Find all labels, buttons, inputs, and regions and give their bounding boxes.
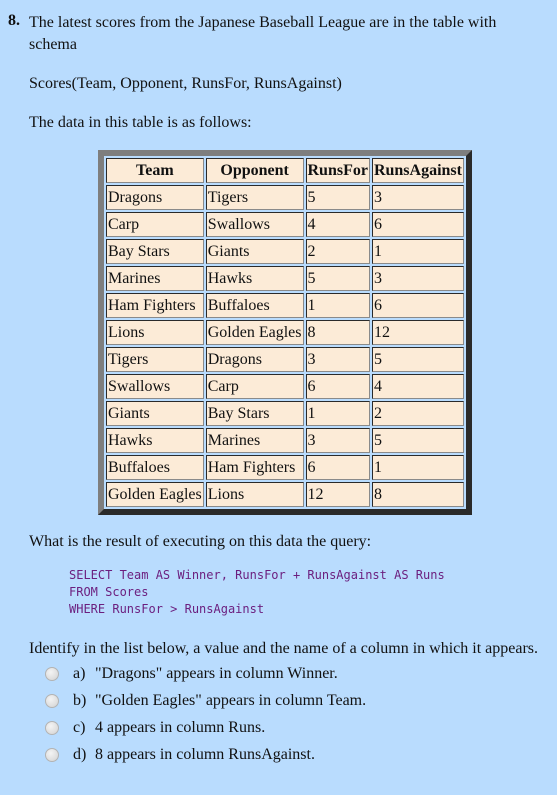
cell-runsfor: 6	[305, 374, 370, 399]
cell-runsagainst: 5	[371, 428, 464, 453]
question-number: 8.	[8, 12, 20, 29]
identify-prompt: Identify in the list below, a value and …	[29, 640, 539, 657]
cell-runsfor: 3	[305, 347, 370, 372]
question-block: 8. The latest scores from the Japanese B…	[8, 12, 548, 768]
table-header-row: Team Opponent RunsFor RunsAgainst	[106, 158, 464, 183]
cell-opponent: Ham Fighters	[205, 455, 304, 480]
cell-opponent: Giants	[205, 239, 304, 264]
question-intro: The latest scores from the Japanese Base…	[29, 14, 497, 53]
header-opponent: Opponent	[205, 158, 304, 183]
cell-team: Marines	[106, 266, 204, 291]
data-intro: The data in this table is as follows:	[29, 114, 252, 131]
table-row: Buffaloes Ham Fighters 6 1	[106, 455, 464, 480]
cell-runsfor: 4	[305, 212, 370, 237]
option-text: "Golden Eagles" appears in column Team.	[95, 691, 367, 709]
answer-options: a) "Dragons" appears in column Winner. b…	[29, 660, 548, 768]
cell-opponent: Golden Eagles	[205, 320, 304, 345]
table-row: Bay Stars Giants 2 1	[106, 239, 464, 264]
table-row: Lions Golden Eagles 8 12	[106, 320, 464, 345]
option-text: 4 appears in column Runs.	[95, 718, 266, 736]
option-label: a)	[73, 664, 86, 682]
option-label: b)	[73, 691, 87, 709]
cell-runsfor: 5	[305, 266, 370, 291]
table-row: Golden Eagles Lions 12 8	[106, 482, 464, 507]
cell-team: Hawks	[106, 428, 204, 453]
cell-runsagainst: 6	[371, 293, 464, 318]
cell-runsagainst: 12	[371, 320, 464, 345]
cell-team: Swallows	[106, 374, 204, 399]
cell-team: Carp	[106, 212, 204, 237]
sql-line: SELECT Team AS Winner, RunsFor + RunsAga…	[69, 568, 445, 582]
cell-opponent: Lions	[205, 482, 304, 507]
cell-opponent: Buffaloes	[205, 293, 304, 318]
cell-runsfor: 6	[305, 455, 370, 480]
option-label: d)	[73, 745, 87, 763]
radio-button[interactable]	[45, 747, 59, 762]
cell-runsagainst: 2	[371, 401, 464, 426]
cell-team: Buffaloes	[106, 455, 204, 480]
cell-runsagainst: 4	[371, 374, 464, 399]
cell-runsagainst: 8	[371, 482, 464, 507]
cell-runsagainst: 5	[371, 347, 464, 372]
header-team: Team	[106, 158, 204, 183]
cell-runsfor: 1	[305, 401, 370, 426]
table-row: Ham Fighters Buffaloes 1 6	[106, 293, 464, 318]
table-row: Marines Hawks 5 3	[106, 266, 464, 291]
cell-team: Tigers	[106, 347, 204, 372]
radio-button[interactable]	[45, 666, 59, 681]
radio-button[interactable]	[45, 720, 59, 735]
option-label: c)	[73, 718, 86, 736]
header-runsfor: RunsFor	[305, 158, 370, 183]
cell-runsagainst: 6	[371, 212, 464, 237]
radio-button[interactable]	[45, 693, 59, 708]
cell-runsagainst: 1	[371, 239, 464, 264]
sql-line: WHERE RunsFor > RunsAgainst	[69, 602, 265, 616]
option-d[interactable]: d) 8 appears in column RunsAgainst.	[45, 741, 548, 768]
cell-opponent: Marines	[205, 428, 304, 453]
query-prompt: What is the result of executing on this …	[29, 533, 372, 550]
table-row: Tigers Dragons 3 5	[106, 347, 464, 372]
cell-runsfor: 3	[305, 428, 370, 453]
table-row: Dragons Tigers 5 3	[106, 185, 464, 210]
table-row: Swallows Carp 6 4	[106, 374, 464, 399]
option-b[interactable]: b) "Golden Eagles" appears in column Tea…	[45, 687, 548, 714]
sql-line: FROM Scores	[69, 585, 149, 599]
cell-runsfor: 1	[305, 293, 370, 318]
cell-opponent: Bay Stars	[205, 401, 304, 426]
table-row: Giants Bay Stars 1 2	[106, 401, 464, 426]
option-a[interactable]: a) "Dragons" appears in column Winner.	[45, 660, 548, 687]
cell-runsfor: 5	[305, 185, 370, 210]
header-runsagainst: RunsAgainst	[371, 158, 464, 183]
cell-opponent: Dragons	[205, 347, 304, 372]
cell-runsfor: 2	[305, 239, 370, 264]
table-row: Hawks Marines 3 5	[106, 428, 464, 453]
cell-runsagainst: 3	[371, 266, 464, 291]
table-row: Carp Swallows 4 6	[106, 212, 464, 237]
cell-team: Giants	[106, 401, 204, 426]
cell-opponent: Carp	[205, 374, 304, 399]
cell-runsfor: 12	[305, 482, 370, 507]
cell-team: Lions	[106, 320, 204, 345]
cell-team: Dragons	[106, 185, 204, 210]
sql-query: SELECT Team AS Winner, RunsFor + RunsAga…	[69, 567, 548, 618]
option-c[interactable]: c) 4 appears in column Runs.	[45, 714, 548, 741]
cell-runsfor: 8	[305, 320, 370, 345]
cell-team: Bay Stars	[106, 239, 204, 264]
cell-opponent: Hawks	[205, 266, 304, 291]
cell-opponent: Swallows	[205, 212, 304, 237]
option-text: "Dragons" appears in column Winner.	[95, 664, 338, 682]
cell-team: Golden Eagles	[106, 482, 204, 507]
cell-opponent: Tigers	[205, 185, 304, 210]
cell-team: Ham Fighters	[106, 293, 204, 318]
cell-runsagainst: 1	[371, 455, 464, 480]
scores-table: Team Opponent RunsFor RunsAgainst Dragon…	[98, 150, 472, 515]
option-text: 8 appears in column RunsAgainst.	[95, 745, 315, 763]
schema-text: Scores(Team, Opponent, RunsFor, RunsAgai…	[29, 75, 342, 92]
cell-runsagainst: 3	[371, 185, 464, 210]
